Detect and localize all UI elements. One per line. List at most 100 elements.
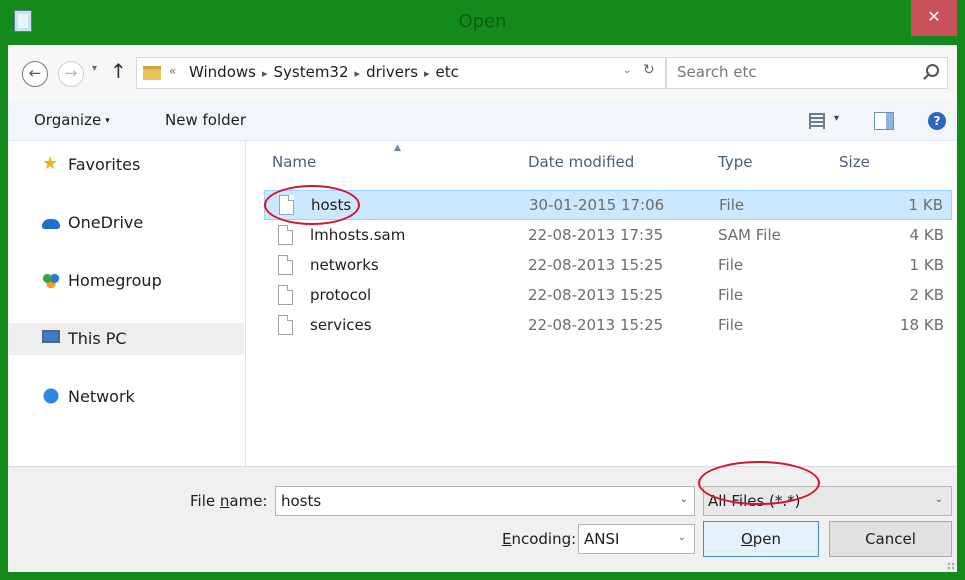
column-header-type[interactable]: Type bbox=[718, 153, 752, 171]
close-button[interactable]: ✕ bbox=[911, 0, 957, 36]
filename-value[interactable]: hosts bbox=[281, 492, 321, 510]
chevron-down-icon[interactable]: ⌄ bbox=[935, 494, 943, 505]
filename-label-part: File bbox=[190, 492, 220, 510]
sidebar-item-label: Homegroup bbox=[68, 271, 162, 290]
sidebar-item-favorites[interactable]: ★ Favorites bbox=[8, 149, 244, 181]
breadcrumb: Windows ▸ System32 ▸ drivers ▸ etc bbox=[189, 63, 459, 81]
encoding-value: ANSI bbox=[584, 530, 620, 548]
homegroup-icon bbox=[42, 272, 60, 288]
sidebar-item-this-pc[interactable]: This PC bbox=[8, 323, 244, 355]
column-header-date-modified[interactable]: Date modified bbox=[528, 153, 634, 171]
encoding-label-part: ncoding: bbox=[511, 530, 577, 548]
open-label-part: pen bbox=[752, 530, 782, 548]
up-button[interactable]: ↑ bbox=[110, 59, 127, 83]
address-dropdown-icon[interactable]: ⌄ bbox=[623, 65, 631, 76]
filename-label: File name: bbox=[190, 492, 267, 510]
resize-grip-icon[interactable] bbox=[947, 562, 955, 570]
file-name: lmhosts.sam bbox=[310, 226, 406, 244]
preview-pane-icon[interactable] bbox=[874, 112, 894, 130]
filename-label-accelerator: n bbox=[219, 492, 230, 510]
recent-locations-button[interactable]: ▾ bbox=[92, 63, 97, 74]
file-size: 4 KB bbox=[909, 226, 944, 244]
search-icon[interactable] bbox=[926, 64, 939, 77]
file-size: 1 KB bbox=[909, 256, 944, 274]
file-icon bbox=[279, 195, 294, 215]
file-date: 22-08-2013 15:25 bbox=[528, 286, 664, 304]
organize-label: Organize bbox=[34, 111, 102, 129]
command-toolbar: Organize ▾ New folder ▾ ? bbox=[8, 101, 957, 141]
sidebar-item-label: Favorites bbox=[68, 155, 141, 174]
help-icon[interactable]: ? bbox=[928, 112, 946, 130]
back-button[interactable]: ← bbox=[22, 61, 48, 87]
chevron-down-icon[interactable]: ⌄ bbox=[680, 494, 688, 505]
sidebar-item-label: OneDrive bbox=[68, 213, 144, 232]
chevron-down-icon[interactable]: ⌄ bbox=[678, 532, 686, 543]
computer-icon bbox=[42, 330, 60, 343]
forward-button[interactable]: → bbox=[58, 61, 84, 87]
file-list: ▲ Name Date modified Type Size hosts 30-… bbox=[247, 141, 957, 466]
encoding-select[interactable]: ANSI ⌄ bbox=[578, 524, 695, 554]
window-title: Open bbox=[458, 11, 507, 32]
file-name: services bbox=[310, 316, 372, 334]
breadcrumb-system32[interactable]: System32 bbox=[274, 63, 349, 81]
open-button[interactable]: Open bbox=[703, 521, 819, 557]
address-bar[interactable]: « Windows ▸ System32 ▸ drivers ▸ etc ⌄ ↻ bbox=[136, 57, 666, 89]
column-header-size[interactable]: Size bbox=[839, 153, 870, 171]
breadcrumb-drivers[interactable]: drivers bbox=[366, 63, 418, 81]
title-bar[interactable]: Open ✕ bbox=[0, 0, 965, 44]
file-icon bbox=[278, 285, 293, 305]
file-date: 30-01-2015 17:06 bbox=[529, 196, 665, 214]
file-size: 1 KB bbox=[908, 196, 943, 214]
breadcrumb-separator-icon[interactable]: ▸ bbox=[262, 67, 268, 80]
file-name: hosts bbox=[311, 196, 352, 214]
file-type-value: All Files (*.*) bbox=[708, 492, 801, 510]
file-name: protocol bbox=[310, 286, 372, 304]
sidebar-item-network[interactable]: Network bbox=[8, 381, 244, 413]
file-date: 22-08-2013 15:25 bbox=[528, 316, 664, 334]
search-input[interactable]: Search etc bbox=[666, 57, 948, 89]
file-icon bbox=[278, 255, 293, 275]
sidebar-item-homegroup[interactable]: Homegroup bbox=[8, 265, 244, 297]
breadcrumb-windows[interactable]: Windows bbox=[189, 63, 256, 81]
column-header-name[interactable]: Name bbox=[272, 153, 316, 171]
file-row-protocol[interactable]: protocol 22-08-2013 15:25 File 2 KB bbox=[264, 281, 952, 311]
sidebar-item-label: Network bbox=[68, 387, 135, 406]
cloud-icon bbox=[42, 219, 60, 229]
file-row-services[interactable]: services 22-08-2013 15:25 File 18 KB bbox=[264, 311, 952, 341]
file-icon bbox=[278, 315, 293, 335]
filename-label-part: ame: bbox=[229, 492, 268, 510]
file-type: File bbox=[718, 286, 744, 304]
view-options-button[interactable]: ▾ bbox=[834, 113, 839, 124]
file-type: File bbox=[719, 196, 745, 214]
file-date: 22-08-2013 17:35 bbox=[528, 226, 664, 244]
breadcrumb-separator-icon[interactable]: ▸ bbox=[355, 67, 361, 80]
organize-button[interactable]: Organize ▾ bbox=[34, 111, 110, 129]
breadcrumb-overflow[interactable]: « bbox=[169, 64, 176, 78]
folder-icon bbox=[143, 66, 161, 80]
file-size: 2 KB bbox=[909, 286, 944, 304]
breadcrumb-separator-icon[interactable]: ▸ bbox=[424, 67, 430, 80]
file-type: File bbox=[718, 316, 744, 334]
file-row-hosts[interactable]: hosts 30-01-2015 17:06 File 1 KB bbox=[264, 190, 952, 220]
file-size: 18 KB bbox=[900, 316, 944, 334]
file-type-select[interactable]: All Files (*.*) ⌄ bbox=[703, 486, 952, 516]
filename-field[interactable]: hosts ⌄ bbox=[275, 486, 695, 516]
sidebar-item-label: This PC bbox=[68, 329, 127, 348]
file-row-lmhosts[interactable]: lmhosts.sam 22-08-2013 17:35 SAM File 4 … bbox=[264, 221, 952, 251]
breadcrumb-etc[interactable]: etc bbox=[436, 63, 459, 81]
cancel-button[interactable]: Cancel bbox=[829, 521, 952, 557]
sort-ascending-icon: ▲ bbox=[394, 143, 401, 153]
chevron-down-icon: ▾ bbox=[105, 115, 110, 126]
sidebar-item-onedrive[interactable]: OneDrive bbox=[8, 207, 244, 239]
dialog-footer: File name: hosts ⌄ All Files (*.*) ⌄ Enc… bbox=[8, 466, 957, 572]
open-dialog: Open ✕ ← → ▾ ↑ « Windows ▸ System32 ▸ driver… bbox=[0, 0, 965, 580]
navigation-pane: ★ Favorites OneDrive Homegroup This PC N… bbox=[8, 141, 246, 466]
file-row-networks[interactable]: networks 22-08-2013 15:25 File 1 KB bbox=[264, 251, 952, 281]
change-view-icon[interactable] bbox=[809, 113, 825, 129]
network-icon bbox=[42, 388, 60, 404]
new-folder-button[interactable]: New folder bbox=[165, 111, 246, 129]
refresh-icon[interactable]: ↻ bbox=[643, 62, 655, 78]
file-type: File bbox=[718, 256, 744, 274]
file-type: SAM File bbox=[718, 226, 781, 244]
file-date: 22-08-2013 15:25 bbox=[528, 256, 664, 274]
